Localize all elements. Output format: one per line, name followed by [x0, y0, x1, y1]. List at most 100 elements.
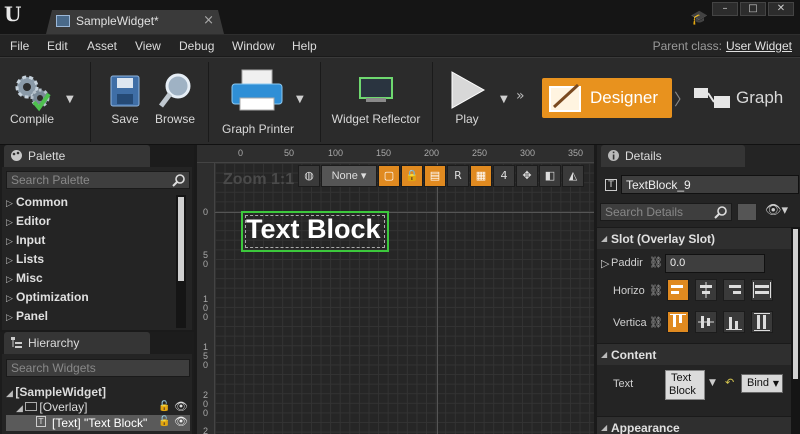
bind-link-icon[interactable]: ⛓ [649, 316, 663, 329]
top-ruler: 0 50 100 150 200 250 300 350 [197, 145, 594, 163]
menu-help[interactable]: Help [292, 39, 317, 53]
expand-arrow-icon: ▷ [6, 217, 13, 227]
palette-category-panel[interactable]: ▷ Panel [6, 309, 48, 323]
grid-size-value[interactable]: 4 [493, 165, 515, 187]
padding-expand-arrow-icon[interactable]: ▷ [601, 257, 609, 270]
dpi-scale-icon[interactable]: ◭ [562, 165, 584, 187]
palette-category-lists[interactable]: ▷ Lists [6, 252, 44, 266]
text-block-widget[interactable]: Text Block [241, 211, 389, 252]
h-align-right-button[interactable] [723, 279, 745, 301]
graph-mode-button[interactable]: Graph [690, 78, 800, 118]
play-options-dropdown[interactable]: ▼ [500, 94, 508, 105]
learn-cap-icon[interactable]: 🎓 [691, 10, 708, 26]
text-options-dropdown[interactable]: ▼ [709, 378, 716, 388]
compile-button[interactable]: Compile [4, 58, 60, 146]
details-search[interactable] [600, 203, 732, 221]
screen-size-icon[interactable]: ✥ [516, 165, 538, 187]
palette-category-misc[interactable]: ▷ Misc [6, 271, 43, 285]
designer-canvas[interactable]: 0 50 100 150 200 250 300 350 0 5 0 1 0 0… [197, 145, 594, 434]
v-align-fill-button[interactable] [751, 311, 773, 333]
document-tab-label: SampleWidget* [76, 14, 159, 28]
grid-snap-icon[interactable]: ▦ [470, 165, 492, 187]
details-scrollbar[interactable] [791, 227, 800, 434]
hierarchy-selected-row[interactable]: T [Text] "Text Block" 🔓 👁 [6, 415, 190, 431]
hierarchy-root-item[interactable]: ◢ [SampleWidget] [6, 385, 106, 399]
tab-palette[interactable]: Palette [4, 145, 150, 167]
hierarchy-search-input[interactable] [11, 361, 169, 375]
tab-details[interactable]: Details [601, 145, 745, 167]
designer-mode-button[interactable]: Designer [542, 78, 672, 118]
close-window-button[interactable]: ✕ [768, 2, 794, 16]
reset-to-default-icon[interactable]: ↶ [725, 376, 734, 389]
close-tab-icon[interactable]: × [203, 13, 214, 28]
v-align-center-button[interactable] [695, 311, 717, 333]
lock-icon[interactable]: 🔓 [158, 401, 170, 412]
parent-class-link[interactable]: User Widget [726, 39, 792, 53]
text-property-value[interactable]: Text Block [665, 370, 705, 400]
unreal-logo-icon[interactable]: U [4, 3, 26, 25]
palette-category-input[interactable]: ▷ Input [6, 233, 45, 247]
graph-printer-button[interactable]: Graph Printer [218, 58, 298, 146]
reset-button[interactable]: R [447, 165, 469, 187]
h-align-left-button[interactable] [667, 279, 689, 301]
play-button[interactable]: Play [444, 58, 490, 146]
h-align-fill-button[interactable] [751, 279, 773, 301]
section-content[interactable]: ◢ Content [597, 343, 792, 365]
palette-category-editor[interactable]: ▷ Editor [6, 214, 51, 228]
compile-options-dropdown[interactable]: ▼ [66, 94, 74, 105]
bind-dropdown[interactable]: Bind ▼ [741, 374, 783, 393]
menu-edit[interactable]: Edit [47, 39, 68, 53]
section-slot[interactable]: ◢ Slot (Overlay Slot) [597, 227, 792, 249]
graph-printer-dropdown[interactable]: ▼ [296, 94, 304, 105]
widget-reflector-button[interactable]: Widget Reflector [330, 58, 422, 146]
section-appearance[interactable]: ◢ Appearance [597, 416, 792, 434]
align-top-icon [670, 314, 686, 327]
tab-hierarchy[interactable]: Hierarchy [4, 332, 150, 354]
maximize-button[interactable]: □ [740, 2, 766, 16]
menu-view[interactable]: View [135, 39, 161, 53]
text-widget-icon: T [605, 179, 617, 191]
hierarchy-search[interactable] [6, 359, 190, 377]
view-options-eye-icon[interactable]: 👁▾ [765, 203, 788, 218]
details-search-input[interactable] [605, 205, 711, 219]
outline-toggle-icon[interactable]: ▤ [424, 165, 446, 187]
v-align-bottom-button[interactable] [723, 311, 745, 333]
canvas-grid[interactable] [215, 163, 594, 434]
palette-category-common[interactable]: ▷ Common [6, 195, 68, 209]
palette-search-input[interactable] [11, 173, 169, 187]
save-button[interactable]: Save [102, 58, 148, 146]
menu-window[interactable]: Window [232, 39, 275, 53]
browse-button[interactable]: Browse [152, 58, 198, 146]
bind-link-icon[interactable]: ⛓ [649, 256, 663, 269]
v-align-top-button[interactable] [667, 311, 689, 333]
text-property-label: Text [613, 378, 634, 390]
bind-link-icon[interactable]: ⛓ [649, 284, 663, 297]
visibility-eye-icon[interactable]: 👁 [174, 415, 188, 428]
padding-input[interactable]: 0.0 [665, 254, 765, 273]
globe-icon[interactable]: ◍ [298, 165, 320, 187]
lock-toggle-icon[interactable]: 🔒 [401, 165, 423, 187]
hierarchy-overlay-item[interactable]: ◢ [Overlay] [16, 400, 87, 414]
palette-scroll-thumb[interactable] [178, 197, 184, 281]
palette-title: Palette [28, 149, 66, 163]
palette-search[interactable] [6, 171, 190, 189]
palette-category-optimization[interactable]: ▷ Optimization [6, 290, 89, 304]
menu-debug[interactable]: Debug [179, 39, 214, 53]
fill-screen-icon[interactable]: ◧ [539, 165, 561, 187]
respect-locks-icon[interactable]: ▢ [378, 165, 400, 187]
lock-icon[interactable]: 🔓 [158, 416, 170, 427]
minimize-button[interactable]: – [712, 2, 738, 16]
document-tab[interactable]: SampleWidget* × [46, 10, 224, 34]
widget-name-field[interactable]: TextBlock_9 [621, 175, 799, 194]
h-align-center-button[interactable] [695, 279, 717, 301]
widget-blueprint-icon [56, 15, 70, 27]
visibility-eye-icon[interactable]: 👁 [174, 400, 188, 413]
culture-dropdown[interactable]: None ▾ [321, 165, 377, 187]
text-value-line-2: Block [669, 385, 696, 397]
menu-asset[interactable]: Asset [87, 39, 117, 53]
details-scroll-thumb[interactable] [793, 229, 798, 379]
menu-file[interactable]: File [10, 39, 29, 53]
property-matrix-icon[interactable] [737, 203, 757, 221]
section-slot-title: Slot (Overlay Slot) [611, 232, 716, 246]
palette-scrollbar[interactable] [176, 195, 186, 328]
